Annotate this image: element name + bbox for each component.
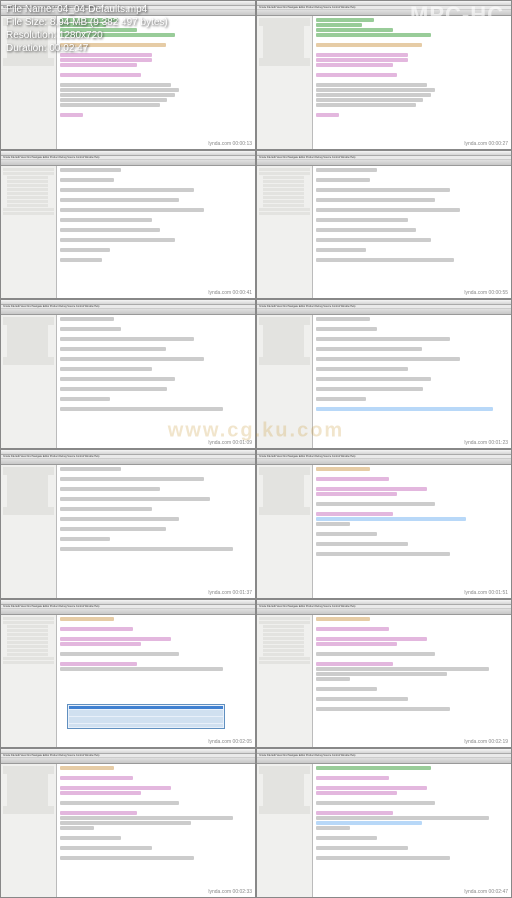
duration-value: 00:02:47: [49, 43, 88, 54]
xcode-navigator-sidebar: [257, 166, 313, 299]
thumbnail-watermark: lynda.com 00:01:51: [463, 590, 509, 596]
thumbnail-watermark: lynda.com 00:02:47: [463, 889, 509, 895]
thumbnail[interactable]: Xcode File Edit View Find Navigate Edito…: [0, 150, 256, 300]
thumbnail[interactable]: Xcode File Edit View Find Navigate Edito…: [256, 748, 512, 898]
thumbnail-watermark: lynda.com 00:02:05: [207, 739, 253, 745]
thumbnail[interactable]: Xcode File Edit View Find Navigate Edito…: [256, 150, 512, 300]
thumbnail[interactable]: Xcode File Edit View Find Navigate Edito…: [256, 299, 512, 449]
thumbnail[interactable]: Xcode File Edit View Find Navigate Edito…: [0, 748, 256, 898]
xcode-code-editor: [57, 615, 255, 748]
xcode-body: [257, 16, 511, 149]
xcode-navigator-sidebar: [1, 764, 57, 897]
xcode-navigator-sidebar: [257, 764, 313, 897]
xcode-body: [1, 764, 255, 897]
thumbnail-watermark: lynda.com 00:00:41: [207, 290, 253, 296]
xcode-code-editor: [313, 465, 511, 598]
xcode-navigator-sidebar: [257, 465, 313, 598]
thumbnail-watermark: lynda.com 00:02:19: [463, 739, 509, 745]
xcode-navigator-sidebar: [1, 465, 57, 598]
xcode-code-editor: [313, 16, 511, 149]
thumbnail-grid: Xcode File Edit View Find Navigate Edito…: [0, 0, 512, 898]
xcode-body: [1, 465, 255, 598]
xcode-body: [257, 764, 511, 897]
thumbnail-watermark: lynda.com 00:00:27: [463, 141, 509, 147]
thumbnail-watermark: lynda.com 00:00:13: [207, 141, 253, 147]
xcode-code-editor: [57, 764, 255, 897]
xcode-body: [257, 166, 511, 299]
thumbnail[interactable]: Xcode File Edit View Find Navigate Edito…: [256, 449, 512, 599]
xcode-navigator-sidebar: [1, 315, 57, 448]
xcode-navigator-sidebar: [1, 615, 57, 748]
xcode-code-editor: [57, 465, 255, 598]
xcode-body: [257, 615, 511, 748]
thumbnail[interactable]: Xcode File Edit View Find Navigate Edito…: [256, 599, 512, 749]
thumbnail-watermark: lynda.com 00:01:23: [463, 440, 509, 446]
xcode-navigator-sidebar: [257, 615, 313, 748]
xcode-code-editor: [313, 166, 511, 299]
resolution-value: 1280x720: [59, 30, 103, 41]
player-app-logo: MPC-HC: [410, 2, 504, 28]
file-size-value: 8,94 MB (9 382 497 bytes): [50, 17, 168, 28]
xcode-code-editor: [57, 315, 255, 448]
thumbnail-watermark: lynda.com 00:01:37: [207, 590, 253, 596]
xcode-body: [1, 615, 255, 748]
thumbnail-watermark: lynda.com 00:02:33: [207, 889, 253, 895]
file-size-label: File Size:: [6, 17, 47, 28]
xcode-code-editor: [57, 166, 255, 299]
resolution-label: Resolution:: [6, 30, 56, 41]
thumbnail[interactable]: Xcode File Edit View Find Navigate Edito…: [0, 599, 256, 749]
file-name-label: File Name:: [6, 4, 54, 15]
thumbnail-watermark: lynda.com 00:01:09: [207, 440, 253, 446]
duration-label: Duration:: [6, 43, 47, 54]
xcode-code-editor: [313, 315, 511, 448]
thumbnail-watermark: lynda.com 00:00:55: [463, 290, 509, 296]
xcode-navigator-sidebar: [257, 315, 313, 448]
xcode-body: [257, 465, 511, 598]
player-info-overlay: File Name: 04_04-Defaults.mp4 File Size:…: [0, 0, 174, 58]
xcode-body: [1, 166, 255, 299]
thumbnail[interactable]: Xcode File Edit View Find Navigate Edito…: [0, 449, 256, 599]
autocomplete-popup: [67, 704, 226, 729]
file-name-value: 04_04-Defaults.mp4: [57, 4, 147, 15]
xcode-code-editor: [313, 615, 511, 748]
xcode-code-editor: [313, 764, 511, 897]
xcode-body: [257, 315, 511, 448]
thumbnail[interactable]: Xcode File Edit View Find Navigate Edito…: [0, 299, 256, 449]
xcode-body: [1, 315, 255, 448]
xcode-navigator-sidebar: [257, 16, 313, 149]
xcode-navigator-sidebar: [1, 166, 57, 299]
